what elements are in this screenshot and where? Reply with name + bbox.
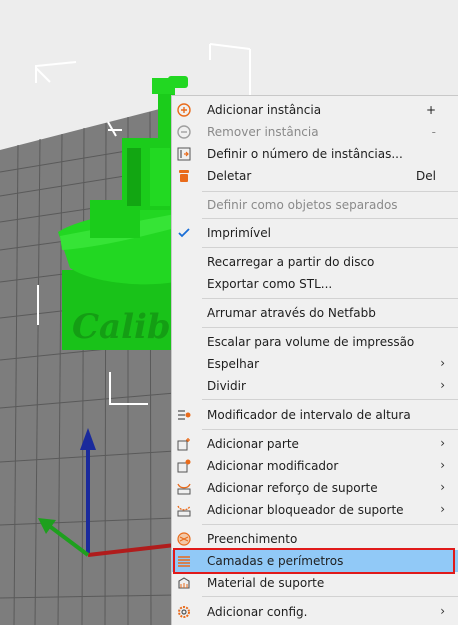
check-icon bbox=[178, 228, 190, 238]
menu-item-add-support-blocker[interactable]: Adicionar bloqueador de suporte › bbox=[172, 499, 458, 521]
infill-icon bbox=[177, 532, 191, 546]
add-part-icon bbox=[177, 438, 190, 451]
menu-item-netfabb[interactable]: Arrumar através do Netfabb bbox=[172, 302, 458, 324]
menu-separator bbox=[202, 399, 458, 400]
menu-item-height-range[interactable]: Modificador de intervalo de altura bbox=[172, 404, 458, 426]
height-range-icon bbox=[178, 410, 191, 420]
menu-item-add-config[interactable]: Adicionar config. › bbox=[172, 601, 458, 623]
minus-circle-icon bbox=[177, 125, 191, 139]
menu-item-export-stl[interactable]: Exportar como STL... bbox=[172, 273, 458, 295]
plus-circle-icon bbox=[177, 103, 191, 117]
menu-item-separate-objects[interactable]: Definir como objetos separados bbox=[172, 194, 458, 216]
highlight-annotation-box bbox=[173, 548, 455, 574]
chevron-right-icon: › bbox=[440, 604, 445, 618]
menu-separator bbox=[202, 429, 458, 430]
chevron-right-icon: › bbox=[440, 356, 445, 370]
menu-separator bbox=[202, 218, 458, 219]
chevron-right-icon: › bbox=[440, 502, 445, 516]
menu-item-add-instance[interactable]: Adicionar instância + bbox=[172, 99, 458, 121]
support-material-icon bbox=[178, 577, 190, 589]
add-modifier-icon bbox=[177, 459, 191, 473]
menu-item-remove-instance[interactable]: Remover instância - bbox=[172, 121, 458, 143]
menu-separator bbox=[202, 191, 458, 192]
menu-item-reload[interactable]: Recarregar a partir do disco bbox=[172, 251, 458, 273]
menu-item-infill[interactable]: Preenchimento bbox=[172, 528, 458, 550]
menu-item-add-modifier[interactable]: Adicionar modificador › bbox=[172, 455, 458, 477]
chevron-right-icon: › bbox=[440, 458, 445, 472]
support-enforcer-icon bbox=[177, 483, 191, 495]
menu-item-add-part[interactable]: Adicionar parte › bbox=[172, 433, 458, 455]
menu-separator bbox=[202, 596, 458, 597]
chevron-right-icon: › bbox=[440, 378, 445, 392]
menu-item-add-support-enforcer[interactable]: Adicionar reforço de suporte › bbox=[172, 477, 458, 499]
chevron-right-icon: › bbox=[440, 436, 445, 450]
menu-separator bbox=[202, 327, 458, 328]
menu-item-printable[interactable]: Imprimível bbox=[172, 222, 458, 244]
menu-separator bbox=[202, 298, 458, 299]
menu-item-mirror[interactable]: Espelhar › bbox=[172, 353, 458, 375]
menu-item-scale-volume[interactable]: Escalar para volume de impressão bbox=[172, 331, 458, 353]
menu-item-set-instances[interactable]: Definir o número de instâncias... bbox=[172, 143, 458, 165]
menu-item-delete[interactable]: Deletar Del bbox=[172, 165, 458, 187]
instances-icon bbox=[177, 147, 191, 161]
menu-separator bbox=[202, 247, 458, 248]
gear-icon bbox=[178, 606, 190, 618]
support-blocker-icon bbox=[177, 505, 191, 517]
context-menu: Adicionar instância + Remover instância … bbox=[171, 95, 458, 625]
menu-item-split[interactable]: Dividir › bbox=[172, 375, 458, 397]
trash-icon bbox=[179, 170, 189, 182]
chevron-right-icon: › bbox=[440, 480, 445, 494]
menu-separator bbox=[202, 524, 458, 525]
menu-item-support-material[interactable]: Material de suporte bbox=[172, 572, 458, 594]
